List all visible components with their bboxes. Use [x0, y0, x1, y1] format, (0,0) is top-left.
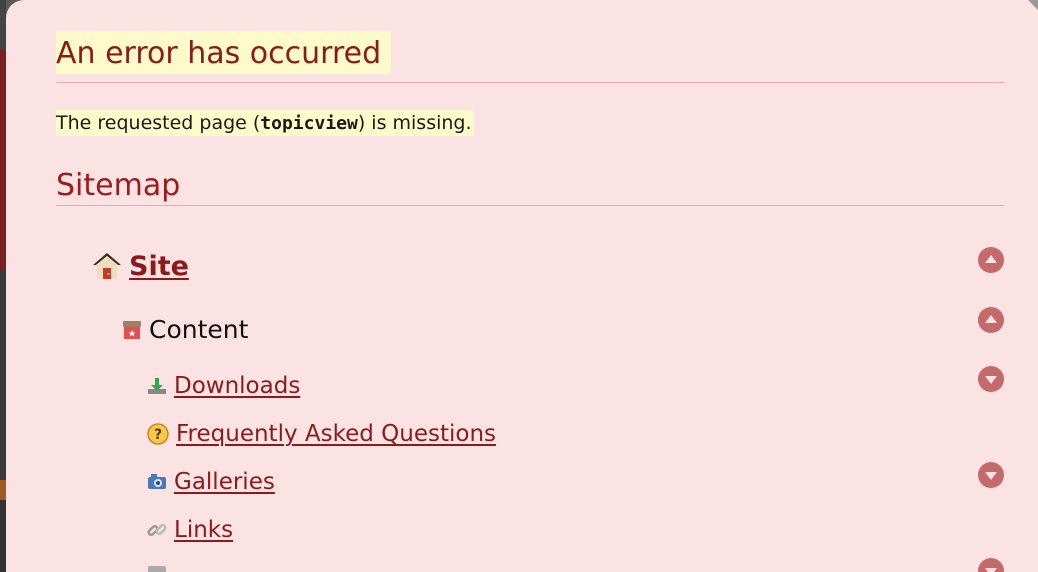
sitemap-item-site: Site [91, 250, 189, 282]
links-link[interactable]: Links [174, 517, 233, 543]
sitemap-item-faq: ? Frequently Asked Questions [146, 421, 496, 447]
content-label: Content [149, 315, 249, 344]
faq-link[interactable]: Frequently Asked Questions [176, 421, 496, 447]
sitemap-title: Sitemap [56, 168, 181, 203]
divider [56, 82, 1004, 83]
error-message-prefix: The requested page ( [56, 112, 261, 134]
svg-text:?: ? [154, 427, 162, 443]
next-item-icon [148, 566, 166, 572]
question-icon: ? [146, 422, 170, 446]
sitemap-item-downloads: Downloads [146, 373, 300, 399]
chevron-down-icon [985, 568, 997, 572]
collapse-site-button[interactable] [978, 247, 1004, 273]
chevron-down-icon [985, 376, 997, 384]
expand-next-item-button[interactable] [978, 558, 1004, 572]
content-box-icon [121, 319, 143, 341]
expand-galleries-button[interactable] [978, 462, 1004, 488]
missing-page-name: topicview [260, 113, 358, 134]
house-icon [91, 250, 123, 282]
galleries-link[interactable]: Galleries [174, 469, 275, 495]
corner-fold [1028, 0, 1038, 10]
chevron-down-icon [985, 472, 997, 480]
error-title: An error has occurred [56, 31, 392, 74]
error-message: The requested page (topicview) is missin… [56, 110, 474, 136]
collapse-content-button[interactable] [978, 307, 1004, 333]
sitemap-item-links: Links [146, 517, 233, 543]
expand-downloads-button[interactable] [978, 366, 1004, 392]
divider [56, 205, 1004, 206]
chevron-up-icon [985, 315, 997, 323]
sitemap-item-content: Content [121, 315, 248, 344]
link-icon [146, 519, 168, 541]
chevron-up-icon [985, 255, 997, 263]
sitemap-item-galleries: Galleries [146, 469, 275, 495]
downloads-link[interactable]: Downloads [174, 373, 300, 399]
error-page-panel: An error has occurred The requested page… [6, 0, 1038, 572]
camera-icon [146, 471, 168, 493]
download-icon [146, 375, 168, 397]
site-link[interactable]: Site [129, 251, 189, 282]
error-message-suffix: ) is missing. [357, 112, 472, 134]
